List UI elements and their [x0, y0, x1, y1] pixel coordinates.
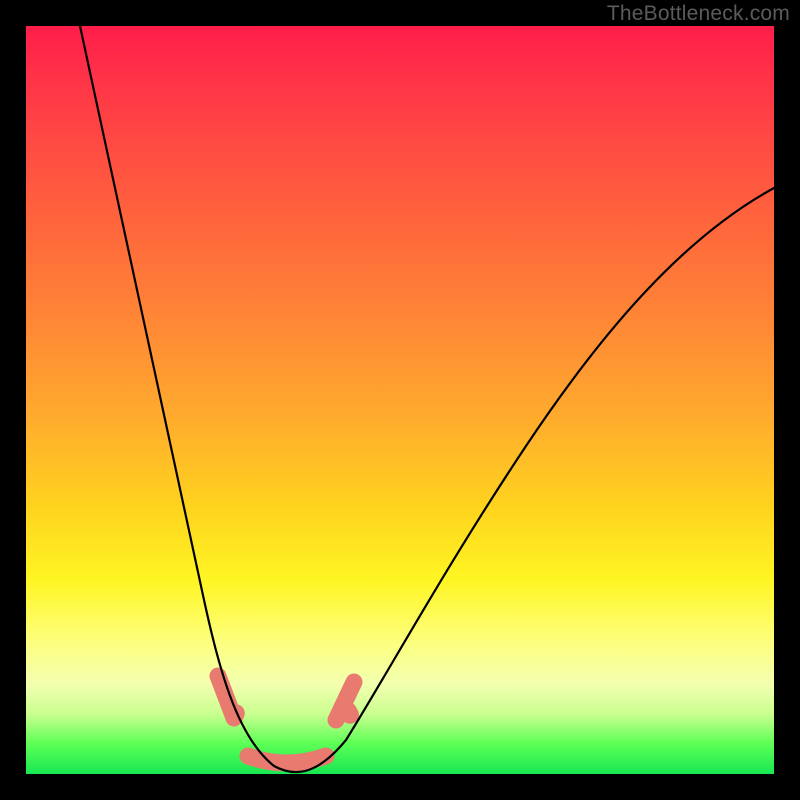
watermark-text: TheBottleneck.com — [607, 2, 790, 26]
outer-frame: TheBottleneck.com — [0, 0, 800, 800]
bottleneck-curve-path — [80, 26, 774, 772]
bottleneck-chart — [26, 26, 774, 774]
plot-area — [26, 26, 774, 774]
